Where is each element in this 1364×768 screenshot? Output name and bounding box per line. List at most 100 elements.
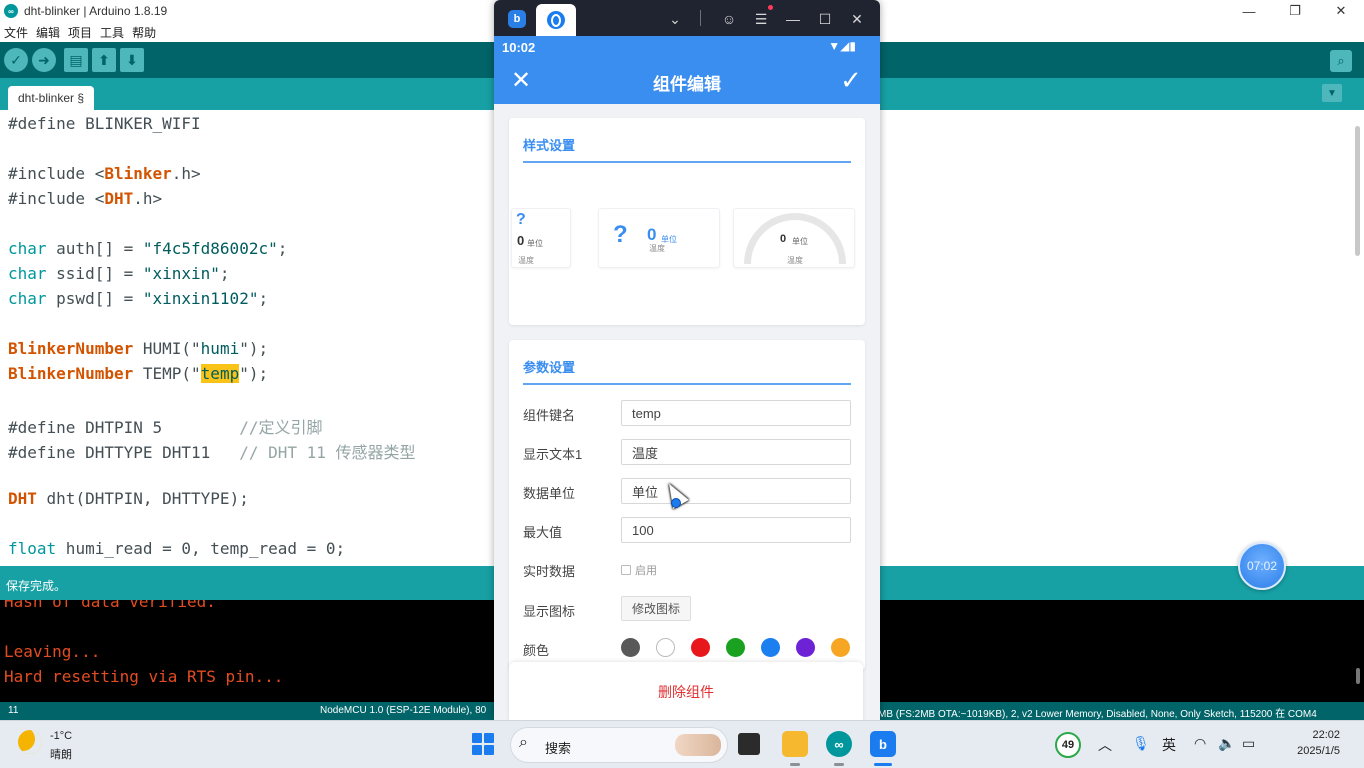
param-row-color: 颜色 <box>523 635 853 661</box>
color-swatch-orange[interactable] <box>831 638 850 657</box>
floating-timer[interactable]: 07:02 <box>1238 542 1286 590</box>
code-line-8: char pswd[] = "xinxin1102"; <box>8 289 268 308</box>
new-file-icon: ▤ <box>69 51 83 68</box>
checkbox-box[interactable] <box>621 565 631 575</box>
open-button[interactable]: ⬆ <box>92 48 116 72</box>
code-text: dht(DHTPIN, DHTTYPE); <box>36 489 249 508</box>
new-button[interactable]: ▤ <box>64 48 88 72</box>
code-text: #include < <box>8 164 105 183</box>
line-number: 11 <box>8 705 19 716</box>
editor-scrollbar[interactable] <box>1355 126 1360 256</box>
minimize-icon[interactable]: — <box>782 8 804 30</box>
style-option-2[interactable]: ? 0 单位 温度 <box>598 208 720 268</box>
wifi-icon[interactable]: ◠ <box>1194 735 1206 752</box>
menu-sketch[interactable]: 项目 <box>68 24 92 41</box>
tab-dht-blinker[interactable]: dht-blinker § <box>8 86 95 110</box>
chevron-down-icon[interactable]: ⌄ <box>664 8 686 30</box>
page-title: 组件编辑 <box>653 75 721 94</box>
code-text: ; <box>258 289 269 308</box>
check-icon: ✓ <box>840 64 862 95</box>
moon-icon[interactable] <box>18 730 42 754</box>
volume-icon[interactable]: 🔈 <box>1218 735 1235 752</box>
max-value-input[interactable] <box>621 517 851 543</box>
task-view-icon[interactable] <box>738 733 760 755</box>
weather-temperature[interactable]: -1°C <box>50 730 72 742</box>
maximize-icon[interactable]: ☐ <box>814 8 836 30</box>
microphone-icon[interactable]: 🎙 <box>1132 735 1150 752</box>
taskbar-search[interactable]: ⌕ 搜索 <box>510 727 728 763</box>
chevron-up-icon[interactable]: ︿ <box>1098 735 1112 755</box>
confirm-button[interactable]: ✓ <box>836 64 866 96</box>
color-swatch-blue[interactable] <box>761 638 780 657</box>
code-text: auth[] = <box>46 239 143 258</box>
option-value: 0 <box>517 233 525 248</box>
code-text: BlinkerNumber <box>8 364 134 383</box>
app-running-indicator <box>834 763 844 766</box>
cursor-loading-icon <box>671 498 681 508</box>
search-icon: ⌕ <box>519 734 528 751</box>
param-row-text1: 显示文本1 <box>523 439 853 465</box>
blinker-app-icon[interactable]: b <box>508 10 526 28</box>
unit-input[interactable] <box>621 478 851 504</box>
phone-mirror-taskbar-icon[interactable]: b <box>870 731 896 757</box>
style-option-3[interactable]: 0 单位 温度 <box>733 208 855 268</box>
style-option-1[interactable]: ? 0 单位 温度 <box>511 208 571 268</box>
console-scrollbar[interactable] <box>1356 668 1360 684</box>
start-button[interactable] <box>472 733 494 755</box>
console-line: Hash of data verified. <box>4 600 216 611</box>
code-line-1: #define BLINKER_WIFI <box>8 114 201 133</box>
option-label: 温度 <box>649 244 665 253</box>
window-controls: — ❐ ✕ <box>1226 0 1364 22</box>
minimize-icon[interactable]: — <box>1226 0 1272 22</box>
close-icon[interactable]: ✕ <box>846 8 868 30</box>
code-text: float <box>8 539 57 558</box>
mirror-active-tab[interactable] <box>536 4 576 36</box>
param-row-realtime: 实时数据 启用 <box>523 556 853 582</box>
restore-icon[interactable]: ❐ <box>1272 0 1318 22</box>
battery-icon[interactable]: ▭ <box>1242 735 1255 752</box>
phone-status-bar: 10:02 ▼◢▮ <box>494 36 880 58</box>
color-swatch-gray[interactable] <box>621 638 640 657</box>
color-swatch-green[interactable] <box>726 638 745 657</box>
file-explorer-icon[interactable] <box>782 731 808 757</box>
serial-monitor-button[interactable]: ⌕ <box>1330 50 1352 72</box>
code-text: ; <box>219 264 230 283</box>
user-icon[interactable]: ☺ <box>718 8 740 30</box>
question-icon: ? <box>613 221 628 248</box>
menu-icon[interactable]: ☰ <box>750 8 772 30</box>
code-text: DHT <box>8 489 37 508</box>
display-text-input[interactable] <box>621 439 851 465</box>
tray-performance-badge[interactable]: 49 <box>1055 732 1081 758</box>
realtime-checkbox[interactable]: 启用 <box>621 562 657 578</box>
change-icon-button[interactable]: 修改图标 <box>621 596 692 621</box>
clock-date[interactable]: 2025/1/5 <box>1276 745 1340 757</box>
code-text: "xinxin" <box>142 264 220 283</box>
color-swatch-white[interactable] <box>656 638 675 657</box>
ime-indicator[interactable]: 英 <box>1162 735 1176 755</box>
arrow-right-icon: ➜ <box>38 51 50 68</box>
menu-file[interactable]: 文件 <box>4 24 28 41</box>
code-text: char <box>8 239 47 258</box>
delete-component-button[interactable]: 删除组件 <box>509 682 863 702</box>
app-running-indicator <box>790 763 800 766</box>
color-swatch-purple[interactable] <box>796 638 815 657</box>
upload-button[interactable]: ➜ <box>32 48 56 72</box>
code-text: .h> <box>133 189 163 208</box>
field-label: 数据单位 <box>523 486 576 501</box>
save-button[interactable]: ⬇ <box>120 48 144 72</box>
menu-help[interactable]: 帮助 <box>132 24 156 41</box>
key-name-input[interactable] <box>621 400 851 426</box>
code-text: #define DHTPIN 5 <box>8 418 240 437</box>
clock-time[interactable]: 22:02 <box>1280 729 1340 741</box>
search-highlight-image <box>675 734 721 756</box>
tab-menu-button[interactable]: ▼ <box>1322 84 1342 102</box>
field-label: 显示文本1 <box>523 447 583 462</box>
weather-condition[interactable]: 晴朗 <box>50 746 72 762</box>
menu-tools[interactable]: 工具 <box>100 24 124 41</box>
arduino-taskbar-icon[interactable]: ∞ <box>826 731 852 757</box>
menu-edit[interactable]: 编辑 <box>36 24 60 41</box>
verify-button[interactable]: ✓ <box>4 48 28 72</box>
code-text: #include < <box>8 189 105 208</box>
close-icon[interactable]: ✕ <box>1318 0 1364 22</box>
color-swatch-red[interactable] <box>691 638 710 657</box>
